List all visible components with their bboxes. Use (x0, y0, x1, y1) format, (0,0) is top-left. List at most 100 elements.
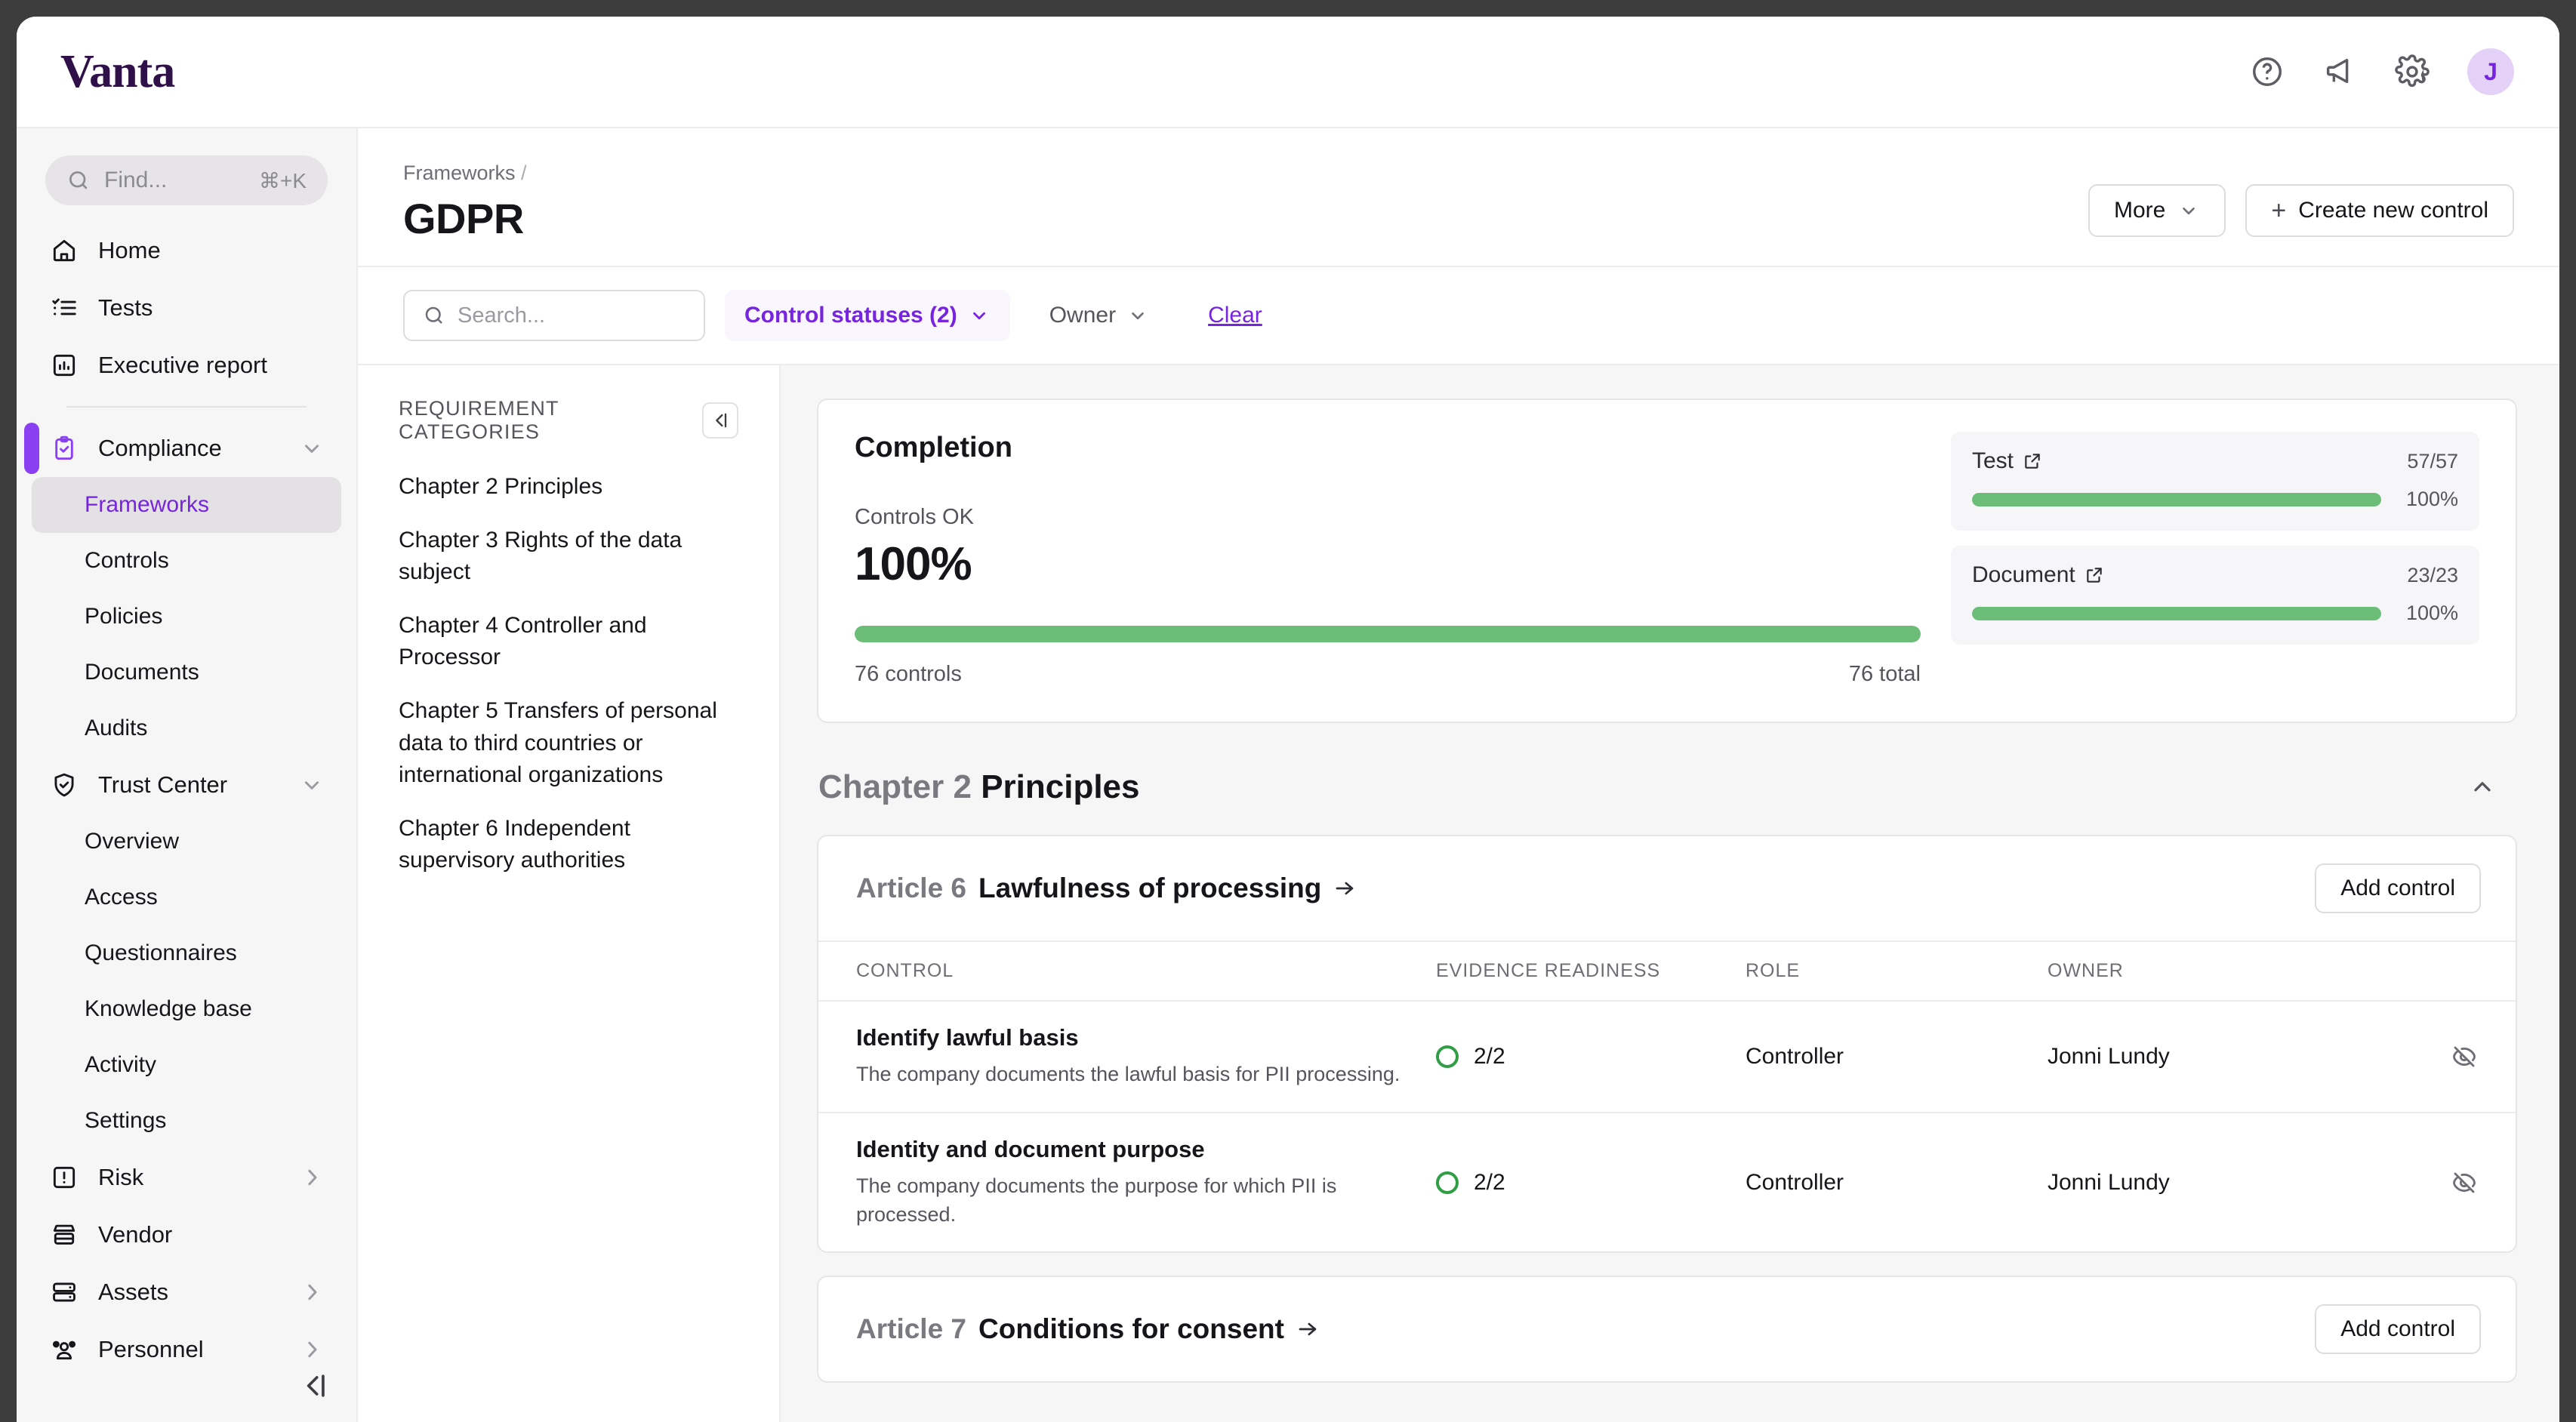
clear-filters-link[interactable]: Clear (1208, 303, 1262, 328)
completion-footer: 76 controls 76 total (855, 662, 1921, 687)
help-circle-icon[interactable] (2250, 54, 2285, 89)
stat-card-test[interactable]: Test 57/57 (1951, 432, 2479, 531)
stat-document-header: Document 23/23 (1972, 562, 2458, 588)
sidebar-item-audits[interactable]: Audits (32, 700, 341, 756)
stat-test-header: Test 57/57 (1972, 448, 2458, 474)
more-button[interactable]: More (2088, 184, 2226, 237)
chapter-section-title: Chapter 2 Principles (818, 768, 1140, 806)
evidence-value: 2/2 (1474, 1044, 1505, 1070)
requirement-category-item[interactable]: Chapter 3 Rights of the data subject (399, 525, 738, 589)
control-name[interactable]: Identify lawful basis (856, 1024, 1413, 1051)
article-name: Lawfulness of processing (978, 873, 1321, 904)
stat-card-document[interactable]: Document 23/23 (1951, 546, 2479, 645)
sidebar-item-home[interactable]: Home (32, 222, 341, 279)
sidebar-item-documents[interactable]: Documents (32, 645, 341, 700)
sidebar-item-label: Frameworks (85, 492, 323, 518)
chevron-up-icon[interactable] (2469, 774, 2496, 801)
sidebar-item-access[interactable]: Access (32, 870, 341, 925)
collapse-left-icon (710, 410, 731, 431)
control-name[interactable]: Identity and document purpose (856, 1136, 1413, 1163)
sidebar-item-label: Trust Center (98, 771, 281, 799)
sidebar-item-label: Activity (85, 1052, 323, 1078)
sidebar-item-compliance[interactable]: Compliance (32, 420, 341, 477)
requirement-categories-heading: REQUIREMENT CATEGORIES (399, 397, 702, 444)
sidebar-item-label: Policies (85, 604, 323, 629)
page-title: GDPR (403, 194, 527, 243)
completion-title: Completion (855, 432, 1921, 464)
status-ring-icon (1436, 1171, 1459, 1194)
find-shortcut: ⌘+K (259, 168, 307, 193)
sidebar-item-controls[interactable]: Controls (32, 533, 341, 589)
sidebar-item-label: Assets (98, 1279, 281, 1306)
stat-document-percent: 100% (2393, 602, 2458, 625)
sidebar-item-trust-center[interactable]: Trust Center (32, 756, 341, 814)
sidebar-item-overview[interactable]: Overview (32, 814, 341, 870)
sidebar-item-knowledge-base[interactable]: Knowledge base (32, 981, 341, 1037)
table-row[interactable]: Identity and document purpose The compan… (818, 1113, 2516, 1252)
requirement-category-item[interactable]: Chapter 2 Principles (399, 471, 738, 503)
sidebar-item-frameworks[interactable]: Frameworks (32, 477, 341, 533)
sidebar-item-tests[interactable]: Tests (32, 279, 341, 337)
chapter-section-header[interactable]: Chapter 2 Principles (817, 756, 2517, 835)
control-cell: Identify lawful basis The company docume… (856, 1024, 1436, 1089)
article-title[interactable]: Article 7 Conditions for consent (856, 1313, 1319, 1345)
article-card: Article 6 Lawfulness of processing Add c… (817, 835, 2517, 1253)
create-new-control-button[interactable]: + Create new control (2245, 184, 2514, 237)
controls-ok-label: Controls OK (855, 505, 1921, 530)
evidence-value: 2/2 (1474, 1170, 1505, 1196)
sidebar-item-label: Personnel (98, 1336, 281, 1363)
add-control-button[interactable]: Add control (2315, 1304, 2481, 1354)
control-statuses-filter[interactable]: Control statuses (2) (725, 290, 1010, 341)
vanta-logo[interactable]: Vanta (60, 45, 174, 99)
sidebar-item-executive-report[interactable]: Executive report (32, 337, 341, 394)
sidebar-item-questionnaires[interactable]: Questionnaires (32, 925, 341, 981)
article-title[interactable]: Article 6 Lawfulness of processing (856, 873, 1356, 904)
search-placeholder: Search... (458, 303, 545, 328)
gear-icon[interactable] (2395, 54, 2430, 89)
evidence-cell: 2/2 (1436, 1170, 1746, 1196)
requirement-category-item[interactable]: Chapter 5 Transfers of personal data to … (399, 695, 738, 792)
owner-filter[interactable]: Owner (1030, 290, 1169, 341)
requirement-category-item[interactable]: Chapter 4 Controller and Processor (399, 610, 738, 674)
page-header-actions: More + Create new control (2088, 162, 2514, 237)
chapter-section: Chapter 2 Principles Article 6 (817, 756, 2517, 1383)
sidebar-item-policies[interactable]: Policies (32, 589, 341, 645)
completion-progress-track (855, 626, 1921, 642)
plus-icon: + (2271, 198, 2286, 223)
avatar[interactable]: J (2467, 48, 2514, 95)
filter-bar: Search... Control statuses (2) Owner Cle… (358, 267, 2559, 365)
stat-test-count: 57/57 (2407, 450, 2458, 473)
search-input[interactable]: Search... (403, 290, 705, 341)
requirement-categories-panel: REQUIREMENT CATEGORIES Chapter 2 Princip… (358, 365, 781, 1422)
sidebar-item-personnel[interactable]: Personnel (32, 1321, 341, 1378)
breadcrumb-parent[interactable]: Frameworks (403, 162, 516, 184)
sidebar-item-assets[interactable]: Assets (32, 1263, 341, 1321)
stat-test-track (1972, 493, 2381, 506)
sidebar-item-settings[interactable]: Settings (32, 1093, 341, 1149)
sidebar-divider (66, 406, 307, 408)
find-input[interactable]: Find... ⌘+K (45, 155, 328, 205)
eye-off-icon[interactable] (2451, 1043, 2478, 1070)
requirement-category-item[interactable]: Chapter 6 Independent supervisory author… (399, 813, 738, 877)
add-control-button[interactable]: Add control (2315, 863, 2481, 913)
external-link-icon (2085, 565, 2104, 585)
eye-off-icon[interactable] (2451, 1169, 2478, 1196)
completion-card: Completion Controls OK 100% 76 controls … (817, 399, 2517, 723)
table-row[interactable]: Identify lawful basis The company docume… (818, 1002, 2516, 1113)
sidebar-item-vendor[interactable]: Vendor (32, 1206, 341, 1263)
collapse-panel-button[interactable] (702, 402, 738, 439)
megaphone-icon[interactable] (2322, 54, 2357, 89)
control-statuses-label: Control statuses (2) (744, 303, 957, 328)
storefront-icon (50, 1220, 79, 1249)
sidebar-item-risk[interactable]: Risk (32, 1149, 341, 1206)
chapter-name: Principles (981, 768, 1139, 805)
sidebar-item-activity[interactable]: Activity (32, 1037, 341, 1093)
stat-document-count: 23/23 (2407, 564, 2458, 587)
collapse-sidebar-icon[interactable] (297, 1369, 331, 1402)
topbar-icon-group: J (2250, 48, 2514, 95)
control-cell: Identity and document purpose The compan… (856, 1136, 1436, 1230)
owner-value: Jonni Lundy (2048, 1170, 2410, 1196)
chevron-down-icon (300, 774, 323, 796)
sidebar-item-label: Controls (85, 548, 323, 574)
chevron-down-icon (968, 306, 991, 325)
